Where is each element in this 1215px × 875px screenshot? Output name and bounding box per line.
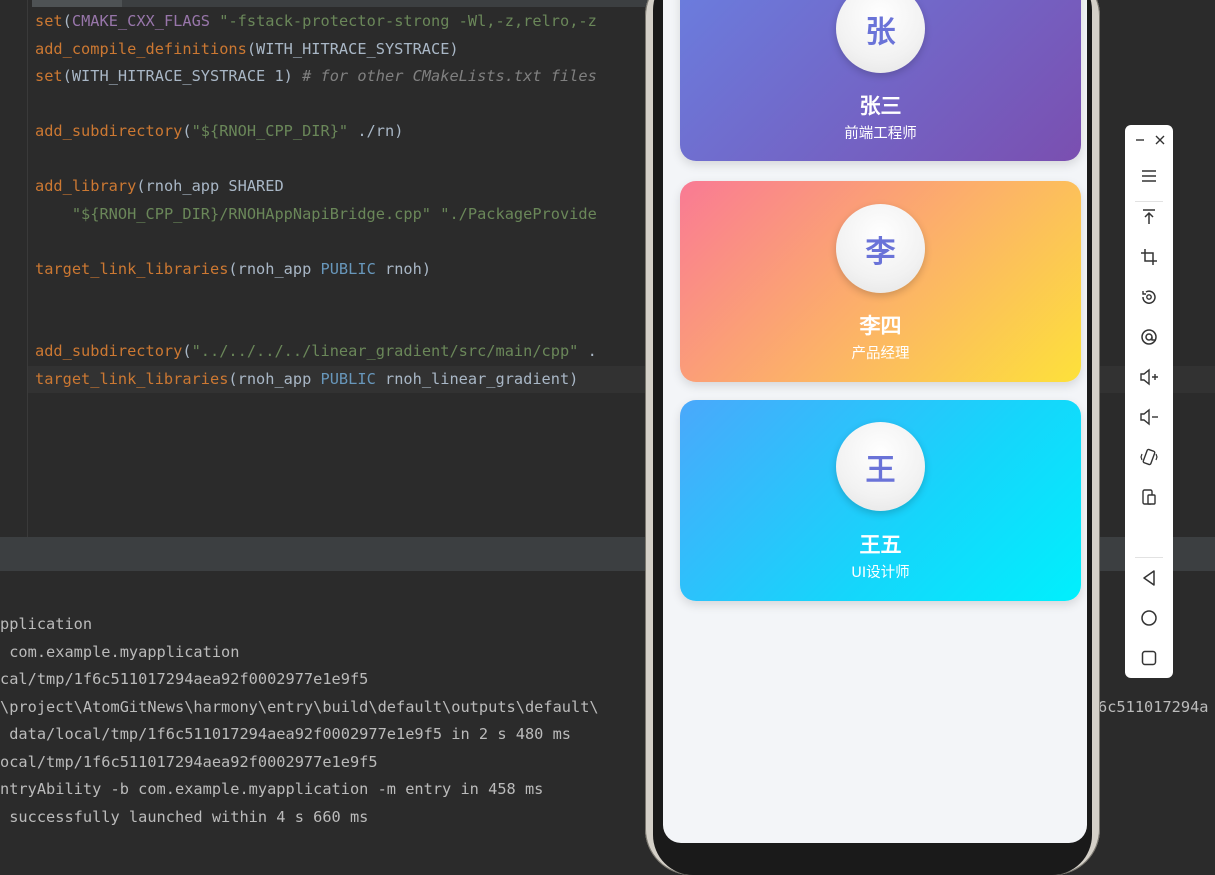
code-line[interactable] (35, 228, 597, 256)
profile-role: 产品经理 (851, 346, 910, 362)
emulator-toolbar (1125, 125, 1173, 678)
profile-role: UI设计师 (851, 565, 910, 581)
code-token: "./PackageProvide (440, 204, 597, 223)
code-token: add_compile_definitions (35, 39, 247, 58)
console-line: data/local/tmp/1f6c511017294aea92f000297… (0, 725, 571, 743)
profile-name: 王五 (859, 533, 902, 557)
code-token: "../../../../linear_gradient/src/main/cp… (191, 342, 579, 360)
code-line[interactable]: target_link_libraries(rnoh_app PUBLIC rn… (35, 366, 597, 394)
code-token: target_link_libraries (35, 369, 229, 388)
code-line[interactable]: "${RNOH_CPP_DIR}/RNOHAppNapiBridge.cpp" … (35, 201, 597, 229)
avatar: 李 (836, 204, 925, 293)
code-token: target_link_libraries (35, 259, 229, 278)
toolbar-divider (1135, 557, 1163, 558)
close-icon[interactable] (1150, 131, 1170, 149)
phone-emulator-frame: 张 张三 前端工程师 李 李四 产品经理 王 王五 UI设计师 (645, 0, 1100, 875)
volume-up-icon[interactable] (1125, 362, 1173, 392)
code-line[interactable]: set(CMAKE_CXX_FLAGS "-fstack-protector-s… (35, 8, 597, 36)
code-line[interactable]: add_compile_definitions(WITH_HITRACE_SYS… (35, 36, 597, 64)
code-token: PUBLIC (320, 369, 376, 388)
code-line[interactable] (35, 311, 597, 339)
editor-tab-strip (122, 0, 652, 7)
code-line[interactable] (35, 146, 597, 174)
shake-icon[interactable] (1125, 442, 1173, 472)
code-line[interactable]: add_library(rnoh_app SHARED (35, 173, 597, 201)
code-token: . (578, 342, 597, 360)
gutter-divider (27, 0, 28, 537)
code-token: PUBLIC (320, 259, 376, 278)
console-line: pplication (0, 615, 93, 633)
code-token: # for other CMakeLists.txt files (302, 67, 597, 85)
console-line-overflow: 6c511017294a (1098, 698, 1209, 716)
profile-role: 前端工程师 (844, 126, 917, 142)
code-line[interactable] (35, 91, 597, 119)
profile-name: 张三 (859, 94, 902, 118)
code-token: "${RNOH_CPP_DIR}/RNOHAppNapiBridge.cpp" (71, 204, 432, 223)
code-token: (rnoh_app (228, 259, 321, 278)
avatar: 张 (836, 0, 925, 73)
code-token: ( (182, 342, 192, 360)
console-line: ntryAbility -b com.example.myapplication… (0, 780, 544, 798)
code-token: "${RNOH_CPP_DIR}" (191, 122, 349, 140)
code-token: ./rn) (348, 122, 404, 140)
app-screen[interactable]: 张 张三 前端工程师 李 李四 产品经理 王 王五 UI设计师 (663, 0, 1087, 843)
menu-icon[interactable] (1125, 161, 1173, 191)
console-line: cal/tmp/1f6c511017294aea92f0002977e1e9f5 (0, 670, 369, 688)
phone-bezel: 张 张三 前端工程师 李 李四 产品经理 王 王五 UI设计师 (653, 0, 1092, 875)
code-token: (rnoh_app SHARED (136, 177, 284, 195)
code-token: ( (62, 12, 72, 30)
recent-apps-icon[interactable] (1125, 643, 1173, 673)
code-token: (rnoh_app (228, 369, 321, 388)
home-icon[interactable] (1125, 603, 1173, 633)
editor-tab-scrollbar[interactable] (32, 0, 122, 7)
screen-record-icon[interactable] (1125, 322, 1173, 352)
back-icon[interactable] (1125, 563, 1173, 593)
profile-name: 李四 (859, 314, 902, 338)
code-token: add_library (35, 177, 137, 195)
code-token: "-fstack-protector-strong -Wl,-z,relro,-… (219, 12, 597, 30)
rotate-icon[interactable] (1125, 282, 1173, 312)
minimize-icon[interactable] (1130, 131, 1150, 149)
code-token: ( (182, 122, 192, 140)
profile-card[interactable]: 王 王五 UI设计师 (680, 400, 1081, 601)
code-token: set (35, 67, 63, 85)
console-line: ocal/tmp/1f6c511017294aea92f0002977e1e9f… (0, 753, 378, 771)
code-token: rnoh_linear_gradient) (375, 369, 579, 388)
profile-card[interactable]: 张 张三 前端工程师 (680, 0, 1081, 161)
code-token: CMAKE_CXX_FLAGS (71, 12, 211, 30)
code-token: add_subdirectory (35, 122, 183, 140)
volume-down-icon[interactable] (1125, 402, 1173, 432)
code-line[interactable] (35, 283, 597, 311)
console-line: \project\AtomGitNews\harmony\entry\build… (0, 698, 599, 716)
console-line: com.example.myapplication (0, 643, 240, 661)
code-token: rnoh) (375, 259, 432, 278)
code-token: set (35, 12, 63, 30)
code-line[interactable]: set(WITH_HITRACE_SYSTRACE 1) # for other… (35, 63, 597, 91)
profile-card[interactable]: 李 李四 产品经理 (680, 181, 1081, 382)
pin-top-icon[interactable] (1125, 202, 1173, 232)
code-token: (WITH_HITRACE_SYSTRACE) (246, 39, 459, 58)
code-token: (WITH_HITRACE_SYSTRACE 1) (62, 67, 303, 85)
console-line: successfully launched within 4 s 660 ms (0, 808, 369, 826)
screenshot-crop-icon[interactable] (1125, 242, 1173, 272)
code-content[interactable]: set(CMAKE_CXX_FLAGS "-fstack-protector-s… (35, 8, 597, 393)
code-line[interactable]: target_link_libraries(rnoh_app PUBLIC rn… (35, 256, 597, 284)
fold-device-icon[interactable] (1125, 482, 1173, 512)
code-line[interactable]: add_subdirectory("../../../../linear_gra… (35, 338, 597, 366)
code-token: add_subdirectory (35, 342, 183, 360)
avatar: 王 (836, 422, 925, 511)
code-line[interactable]: add_subdirectory("${RNOH_CPP_DIR}" ./rn) (35, 118, 597, 146)
